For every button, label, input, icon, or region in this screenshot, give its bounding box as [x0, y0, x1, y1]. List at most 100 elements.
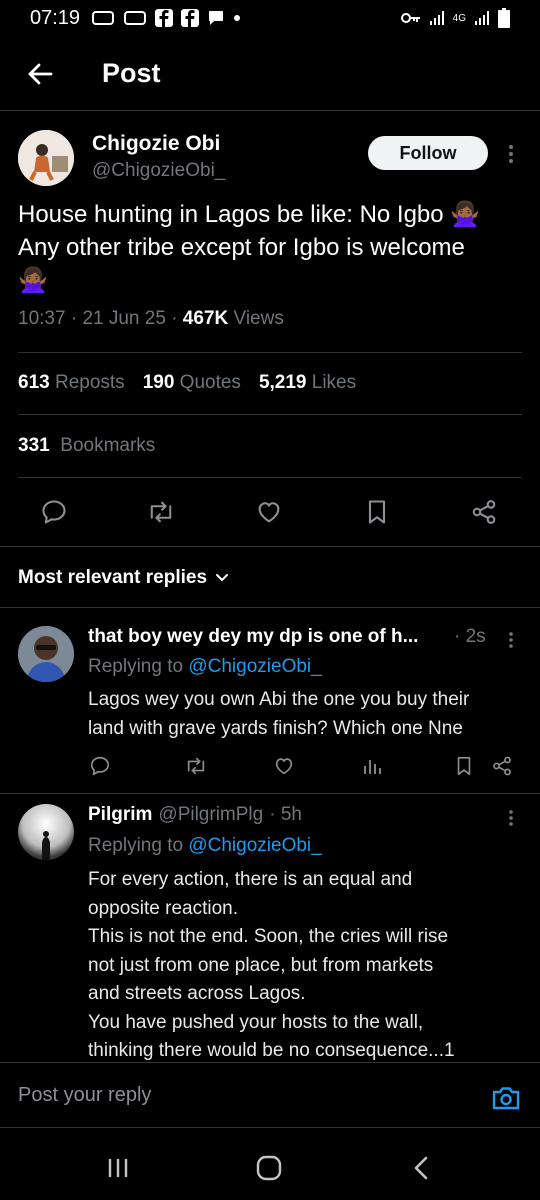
tweet-text-line: Any other tribe except for Igbo is welco… [18, 234, 465, 261]
reply-text-line: opposite reaction. [88, 897, 238, 919]
divider [18, 414, 522, 415]
views-icon[interactable] [360, 754, 384, 778]
page-title: Post [102, 58, 161, 88]
replying-to-handle[interactable]: @ChigozieObi_ [188, 835, 321, 856]
like-icon[interactable] [272, 754, 296, 778]
tweet-text: House hunting in Lagos be like: No Igbo … [18, 198, 523, 297]
divider [0, 1062, 540, 1063]
views-label: Views [233, 308, 284, 329]
tweet-meta: 10:37 · 21 Jun 25 · 467K Views [18, 308, 284, 330]
reply-icon[interactable] [36, 494, 72, 530]
reply-avatar[interactable] [18, 626, 74, 682]
status-time: 07:19 [30, 7, 81, 29]
reply-text-line: not just from one place, but from market… [88, 954, 434, 976]
reposts-stat[interactable]: 613 Reposts [18, 372, 125, 394]
key-icon [400, 11, 421, 25]
replying-to: Replying to @ChigozieObi_ [88, 835, 322, 857]
reply-text: For every action, there is an equal and … [88, 866, 528, 1062]
reply-time: · 2s [454, 626, 486, 647]
bookmark-icon[interactable] [359, 494, 395, 530]
likes-stat[interactable]: 5,219 Likes [259, 372, 356, 394]
reply-text-line: thinking there would be no consequence..… [88, 1040, 455, 1061]
divider [0, 546, 540, 547]
follow-button[interactable]: Follow [368, 136, 488, 170]
bookmarks-count: 331 [18, 435, 50, 456]
repost-icon[interactable] [143, 494, 179, 530]
repost-icon[interactable] [184, 754, 208, 778]
divider [18, 352, 522, 353]
author-name[interactable]: Chigozie Obi [92, 132, 220, 156]
replying-to-handle[interactable]: @ChigozieObi_ [188, 656, 321, 677]
tweet-text-line: 🙅🏾‍♀️ [18, 267, 48, 294]
reply-author-name[interactable]: Pilgrim [88, 804, 152, 826]
quotes-stat[interactable]: 190 Quotes [143, 372, 241, 394]
reply-item[interactable]: Pilgrim @PilgrimPlg · 5h Replying to @Ch… [0, 794, 540, 1062]
reply-avatar[interactable] [18, 804, 74, 860]
reply-input[interactable]: Post your reply [18, 1084, 151, 1107]
chevron-down-icon [215, 573, 229, 583]
reply-text-line: For every action, there is an equal and [88, 869, 413, 890]
reply-text-line: This is not the end. Soon, the cries wil… [88, 926, 449, 947]
notification-icons [90, 8, 242, 28]
bookmark-icon[interactable] [452, 754, 476, 778]
quotes-label: Quotes [179, 372, 241, 393]
more-icon[interactable] [504, 628, 518, 652]
views-count: 467K [182, 308, 229, 329]
reposts-label: Reposts [54, 372, 125, 393]
replies-sort-label: Most relevant replies [18, 567, 208, 588]
status-right-icons: 4G [400, 8, 510, 28]
camera-icon[interactable] [490, 1082, 522, 1114]
share-icon[interactable] [466, 494, 502, 530]
notification-icon [90, 8, 116, 28]
tweet-time[interactable]: 10:37 [18, 308, 66, 329]
reply-time: · 5h [269, 804, 302, 825]
app-bar: Post [0, 48, 540, 102]
signal-icon [474, 10, 490, 26]
divider [18, 477, 522, 478]
separator: · [171, 308, 183, 329]
battery-icon [498, 8, 510, 28]
status-bar: 07:19 4G [0, 0, 540, 38]
reply-author-handle[interactable]: @PilgrimPlg [158, 804, 263, 826]
reply-text-line: land with grave yards finish? Which one … [88, 717, 463, 739]
reply-text-line: and streets across Lagos. [88, 983, 306, 1004]
author-avatar[interactable] [18, 130, 74, 186]
replying-to-label: Replying to [88, 835, 184, 856]
notification-icon [122, 8, 148, 28]
facebook-icon [180, 8, 200, 28]
reposts-count: 613 [18, 372, 50, 393]
reply-text-line: You have pushed your hosts to the wall, [88, 1011, 424, 1033]
home-icon[interactable] [250, 1150, 288, 1186]
reply-icon[interactable] [88, 754, 112, 778]
quotes-count: 190 [142, 372, 175, 393]
bookmarks-label: Bookmarks [60, 435, 156, 456]
bookmarks-stat[interactable]: 331 Bookmarks [18, 435, 155, 457]
share-icon[interactable] [490, 754, 514, 778]
back-icon[interactable] [403, 1150, 439, 1186]
tweet-date[interactable]: 21 Jun 25 [82, 308, 165, 329]
separator: · [70, 308, 83, 329]
message-icon [206, 8, 226, 28]
reply-text: Lagos wey you own Abi the one you buy th… [88, 686, 528, 743]
divider [0, 110, 540, 111]
more-icon[interactable] [502, 140, 520, 168]
reply-item[interactable]: that boy wey dey my dp is one of h... · … [0, 608, 540, 793]
replying-to-label: Replying to [88, 656, 184, 677]
dot-icon [232, 8, 242, 28]
more-icon[interactable] [504, 806, 518, 830]
facebook-icon [154, 8, 174, 28]
reply-text-line: Lagos wey you own Abi the one you buy th… [88, 689, 470, 710]
reply-action-bar [88, 754, 528, 780]
like-icon[interactable] [251, 494, 287, 530]
tweet-action-bar [0, 494, 540, 530]
reply-author-row: Pilgrim @PilgrimPlg · 5h [88, 804, 302, 826]
signal-icon [429, 10, 445, 26]
likes-label: Likes [311, 372, 357, 393]
reply-author-name[interactable]: that boy wey dey my dp is one of h... [88, 626, 418, 648]
system-nav-bar [0, 1128, 540, 1200]
replies-sort-dropdown[interactable]: Most relevant replies [18, 567, 229, 589]
author-handle[interactable]: @ChigozieObi_ [92, 160, 225, 182]
network-type: 4G [452, 12, 466, 24]
back-arrow-icon[interactable] [22, 56, 58, 92]
recent-apps-icon[interactable] [100, 1150, 136, 1186]
